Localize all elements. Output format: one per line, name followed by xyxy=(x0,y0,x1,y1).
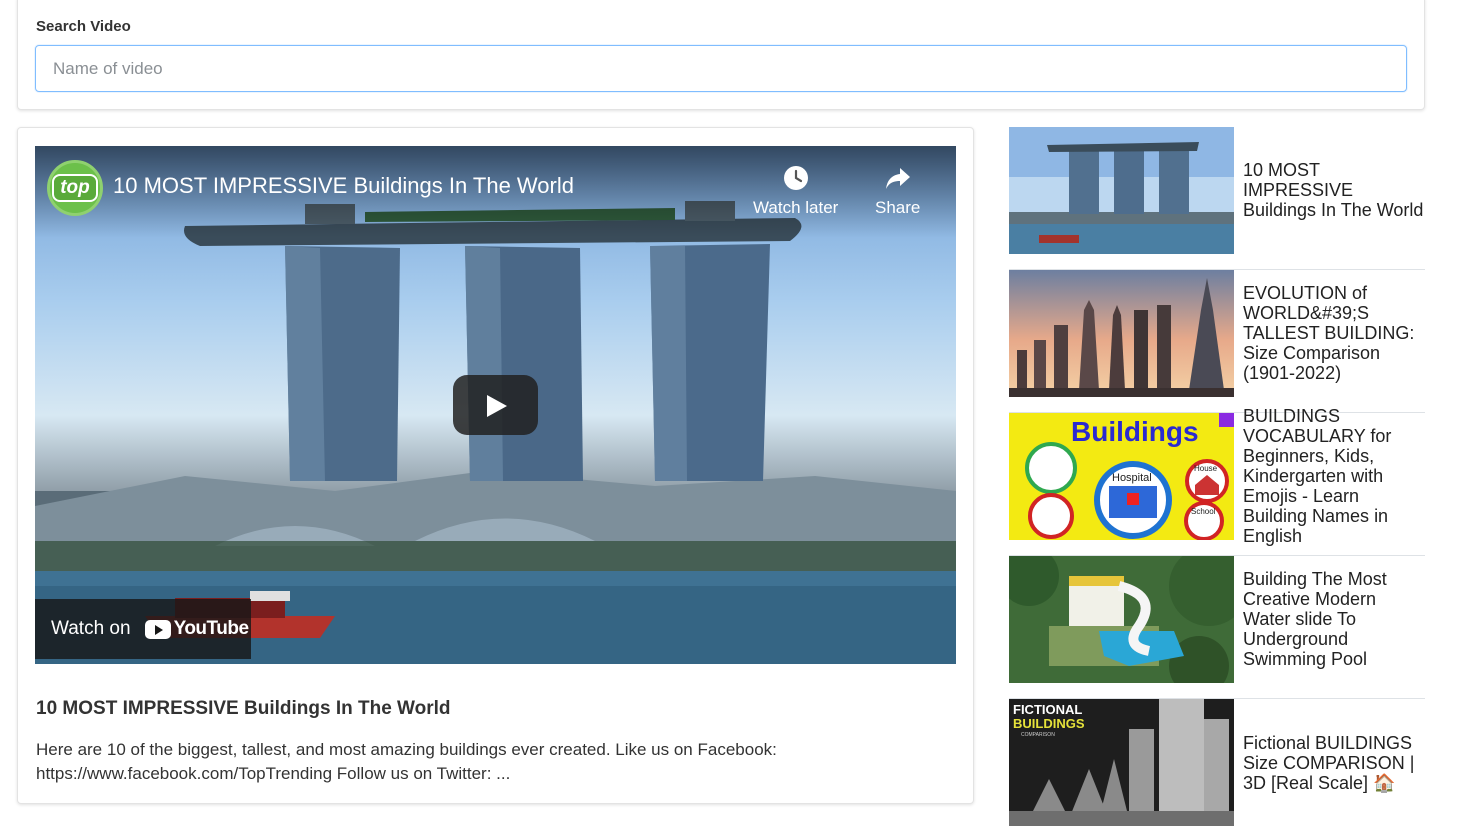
clock-icon xyxy=(783,166,808,190)
related-video-item[interactable]: FICTIONAL BUILDINGS COMPARISON Fictional… xyxy=(1009,699,1425,833)
play-icon xyxy=(487,395,507,417)
youtube-play-icon xyxy=(144,619,171,639)
thumbnail-image: FICTIONAL BUILDINGS COMPARISON xyxy=(1009,699,1234,826)
watch-on-youtube-button[interactable]: Watch on YouTube xyxy=(35,599,251,659)
watch-later-label: Watch later xyxy=(753,198,839,217)
thumbnail-image: Buildings Hospital House School xyxy=(1009,413,1234,540)
video-description: Here are 10 of the biggest, tallest, and… xyxy=(36,740,777,783)
thumbnail-label: School xyxy=(1191,507,1216,516)
thumbnail-heading: Buildings xyxy=(1071,416,1199,447)
thumbnail-image xyxy=(1009,270,1234,397)
related-video-item[interactable]: 10 MOST IMPRESSIVE Buildings In The Worl… xyxy=(1009,127,1425,270)
related-video-item[interactable]: EVOLUTION of WORLD&#39;S TALLEST BUILDIN… xyxy=(1009,270,1425,413)
thumbnail-subheading: COMPARISON xyxy=(1021,732,1055,738)
related-video-title[interactable]: 10 MOST IMPRESSIVE Buildings In The Worl… xyxy=(1243,160,1425,220)
youtube-logo-text: YouTube xyxy=(173,618,249,639)
related-video-title[interactable]: EVOLUTION of WORLD&#39;S TALLEST BUILDIN… xyxy=(1243,283,1425,383)
related-video-thumbnail[interactable]: Buildings Hospital House School xyxy=(1009,413,1234,540)
watch-later-button[interactable]: Watch later xyxy=(753,164,838,218)
related-video-thumbnail[interactable] xyxy=(1009,556,1234,683)
player-title[interactable]: 10 MOST IMPRESSIVE Buildings In The Worl… xyxy=(113,173,574,199)
youtube-logo: YouTube xyxy=(144,618,249,640)
related-video-title[interactable]: BUILDINGS VOCABULARY for Beginners, Kids… xyxy=(1243,406,1425,546)
thumbnail-image xyxy=(1009,556,1234,683)
thumbnail-heading: BUILDINGS xyxy=(1013,716,1085,731)
play-button[interactable] xyxy=(453,375,538,435)
share-button[interactable]: Share xyxy=(875,164,920,218)
watch-on-label: Watch on xyxy=(51,618,131,639)
share-icon xyxy=(885,168,910,189)
related-video-thumbnail[interactable] xyxy=(1009,127,1234,254)
thumbnail-heading: FICTIONAL xyxy=(1013,702,1082,717)
related-video-thumbnail[interactable]: FICTIONAL BUILDINGS COMPARISON xyxy=(1009,699,1234,826)
thumbnail-image xyxy=(1009,127,1234,254)
related-video-title[interactable]: Fictional BUILDINGS Size COMPARISON | 3D… xyxy=(1243,733,1425,793)
channel-logo-text: top xyxy=(52,174,98,202)
thumbnail-label: Hospital xyxy=(1112,472,1152,484)
related-video-item[interactable]: Building The Most Creative Modern Water … xyxy=(1009,556,1425,699)
search-card: Search Video xyxy=(17,0,1425,110)
channel-logo[interactable]: top xyxy=(47,160,103,216)
search-label: Search Video xyxy=(36,18,131,35)
share-label: Share xyxy=(875,198,921,217)
related-video-item[interactable]: Buildings Hospital House School BUILDING… xyxy=(1009,406,1425,556)
thumbnail-label: House xyxy=(1194,464,1218,473)
related-video-thumbnail[interactable] xyxy=(1009,270,1234,397)
search-input[interactable] xyxy=(35,45,1407,92)
related-videos-list: 10 MOST IMPRESSIVE Buildings In The Worl… xyxy=(1009,127,1425,833)
video-title: 10 MOST IMPRESSIVE Buildings In The Worl… xyxy=(36,698,451,719)
related-video-title[interactable]: Building The Most Creative Modern Water … xyxy=(1243,569,1425,669)
video-card: top 10 MOST IMPRESSIVE Buildings In The … xyxy=(17,127,974,804)
video-player[interactable]: top 10 MOST IMPRESSIVE Buildings In The … xyxy=(35,146,956,664)
